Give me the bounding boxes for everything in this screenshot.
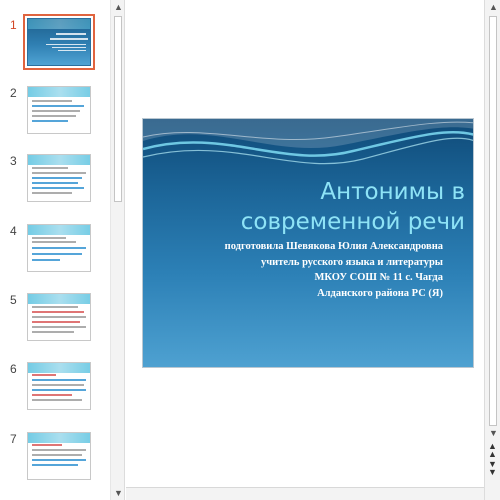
thumbnail-text-line bbox=[32, 379, 86, 381]
thumbnail-slide-5[interactable]: 5 bbox=[0, 293, 108, 363]
thumbnail-text-line bbox=[32, 120, 68, 122]
thumbnail-text-line bbox=[56, 33, 86, 35]
thumbnail-text-line bbox=[32, 105, 84, 107]
editor-vertical-scrollbar[interactable]: ▲ ▼ ▲ ▲ ▼ ▼ bbox=[484, 0, 500, 500]
thumbnail-text-line bbox=[32, 331, 74, 333]
thumbnail-text-line bbox=[32, 394, 72, 396]
thumbnail-text-line bbox=[32, 167, 68, 169]
slide-title: Антонимы в современной речи bbox=[143, 177, 465, 237]
thumbnail-text-line bbox=[32, 306, 78, 308]
thumbnail-slide-1[interactable]: 1 bbox=[0, 14, 108, 88]
thumbnail-text-line bbox=[32, 374, 56, 376]
thumbnail-scrollbar[interactable]: ▲ ▼ bbox=[110, 0, 125, 500]
thumbnail-text-line bbox=[32, 247, 86, 249]
triangle-up-icon[interactable]: ▲ bbox=[114, 2, 123, 12]
subtitle-line: подготовила Шевякова Юлия Александровна bbox=[224, 241, 443, 252]
thumbnail-image bbox=[27, 362, 91, 410]
thumbnail-text-line bbox=[32, 444, 62, 446]
subtitle-line: учитель русского языка и литературы bbox=[260, 256, 443, 268]
thumbnail-text-line bbox=[32, 241, 76, 243]
thumbnail-wave bbox=[28, 294, 90, 304]
thumbnail-text-line bbox=[32, 321, 80, 323]
thumbnail-slide-2[interactable]: 2 bbox=[0, 86, 108, 156]
thumbnail-text-line bbox=[32, 182, 78, 184]
thumbnail-image bbox=[27, 86, 91, 134]
thumbnail-text-line bbox=[50, 38, 88, 40]
thumbnail-text-line bbox=[32, 177, 82, 179]
thumbnail-text-line bbox=[32, 253, 82, 255]
thumbnail-text-line bbox=[32, 237, 66, 239]
thumbnail-number: 3 bbox=[10, 154, 17, 168]
thumbnail-text-line bbox=[32, 187, 84, 189]
thumbnail-wave bbox=[28, 433, 90, 443]
main-slide[interactable]: Антонимы в современной речи подготовила … bbox=[142, 118, 474, 368]
slide-title-line: Антонимы в bbox=[320, 179, 465, 205]
subtitle-line: Алданского района РС (Я) bbox=[317, 287, 443, 299]
thumbnail-text-line bbox=[32, 259, 60, 261]
thumbnail-image bbox=[27, 432, 91, 480]
thumbnail-scroll-thumb[interactable] bbox=[114, 16, 122, 202]
thumbnail-wave bbox=[28, 225, 90, 235]
thumbnail-wave bbox=[28, 155, 90, 165]
thumbnail-text-line bbox=[32, 464, 78, 466]
thumbnail-image bbox=[27, 154, 91, 202]
thumbnail-text-line bbox=[32, 311, 84, 313]
thumbnail-text-line bbox=[32, 454, 82, 456]
slide-title-line: современной речи bbox=[240, 209, 465, 235]
thumbnail-text-line bbox=[32, 172, 86, 174]
thumbnail-text-line bbox=[32, 326, 86, 328]
thumbnail-text-line bbox=[52, 47, 86, 48]
thumbnail-text-line bbox=[32, 384, 84, 386]
thumbnail-text-line bbox=[58, 50, 86, 51]
thumbnail-text-line bbox=[32, 399, 82, 401]
thumbnail-slide-4[interactable]: 4 bbox=[0, 224, 108, 294]
thumbnail-wave bbox=[28, 87, 90, 97]
thumbnail-slide-3[interactable]: 3 bbox=[0, 154, 108, 224]
thumbnail-text-line bbox=[32, 449, 86, 451]
thumbnail-text-line bbox=[32, 110, 80, 112]
thumbnail-number: 5 bbox=[10, 293, 17, 307]
thumbnail-text-line bbox=[32, 100, 72, 102]
triangle-down-icon[interactable]: ▼ bbox=[114, 488, 123, 498]
thumbnail-number: 4 bbox=[10, 224, 17, 238]
thumbnail-number: 1 bbox=[10, 18, 17, 32]
thumbnail-number: 6 bbox=[10, 362, 17, 376]
triangle-down-icon[interactable]: ▼ bbox=[489, 428, 498, 438]
slide-thumbnail-pane: 1 2 3 4 5 6 7 bbox=[0, 0, 110, 500]
thumbnail-text-line bbox=[32, 115, 76, 117]
subtitle-line: МКОУ СОШ № 11 с. Чагда bbox=[314, 272, 443, 283]
slide-subtitle: подготовила Шевякова Юлия Александровна … bbox=[143, 239, 443, 301]
thumbnail-number: 7 bbox=[10, 432, 17, 446]
thumbnail-image bbox=[27, 293, 91, 341]
thumbnail-text-line bbox=[32, 389, 86, 391]
thumbnail-image bbox=[27, 18, 91, 66]
thumbnail-text-line bbox=[32, 459, 86, 461]
double-up-arrow-icon[interactable]: ▲ ▲ bbox=[488, 442, 497, 459]
thumbnail-text-line bbox=[32, 192, 72, 194]
thumbnail-slide-7[interactable]: 7 bbox=[0, 432, 108, 500]
thumbnail-image bbox=[27, 224, 91, 272]
thumbnail-slide-6[interactable]: 6 bbox=[0, 362, 108, 432]
thumbnail-wave bbox=[28, 19, 90, 29]
thumbnail-wave bbox=[28, 363, 90, 373]
editor-scroll-thumb[interactable] bbox=[489, 16, 497, 426]
thumbnail-text-line bbox=[32, 316, 86, 318]
triangle-up-icon[interactable]: ▲ bbox=[489, 2, 498, 12]
editor-bottom-bar bbox=[126, 487, 484, 500]
thumbnail-text-line bbox=[46, 44, 86, 45]
double-down-arrow-icon[interactable]: ▼ ▼ bbox=[488, 460, 497, 477]
thumbnail-number: 2 bbox=[10, 86, 17, 100]
